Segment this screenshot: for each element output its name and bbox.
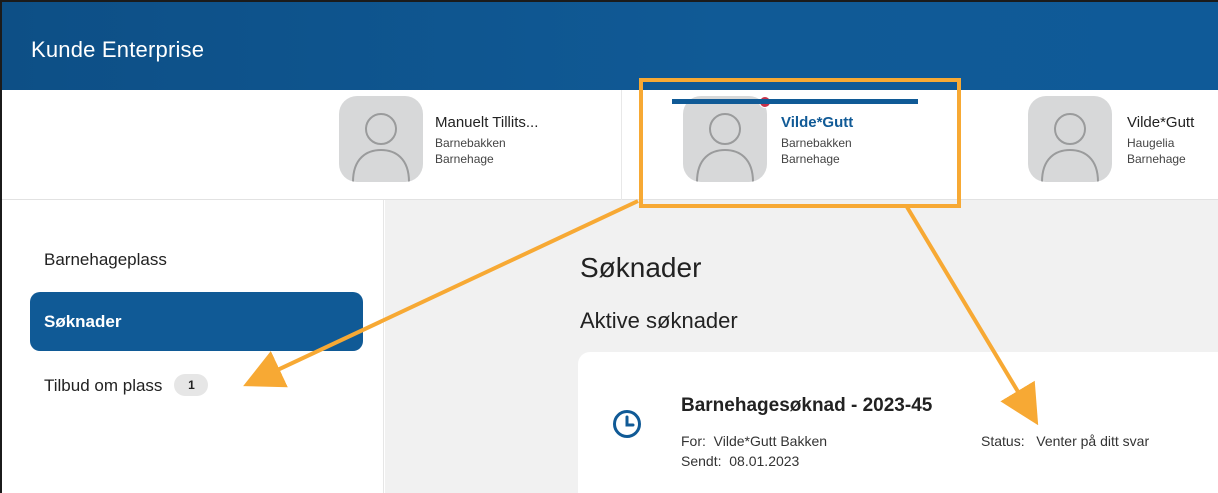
main-content: Søknader Aktive søknader Barnehagesøknad… (385, 200, 1218, 493)
application-card[interactable]: Barnehagesøknad - 2023-45 For: Vilde*Gut… (578, 352, 1218, 493)
sent-value: 08.01.2023 (729, 453, 800, 469)
for-value: Vilde*Gutt Bakken (713, 433, 828, 449)
application-status: Status: Venter på ditt svar (981, 433, 1149, 449)
profile-vilde-haugelia[interactable]: Vilde*Gutt Haugelia Barnehage (1028, 96, 1218, 186)
sidebar-item-soknader[interactable]: Søknader (30, 292, 363, 351)
status-value: Venter på ditt svar (1036, 433, 1150, 449)
clock-icon (613, 410, 641, 438)
person-icon (1041, 113, 1099, 182)
highlight-box (639, 78, 961, 208)
app-title: Kunde Enterprise (31, 37, 205, 62)
page-title: Søknader (580, 252, 702, 283)
status-label: Status: (981, 433, 1025, 449)
avatar (1028, 96, 1112, 182)
sidebar-item-tilbud-om-plass[interactable]: Tilbud om plass 1 (30, 356, 363, 415)
section-title: Aktive søknader (580, 308, 738, 333)
profile-switcher: Manuelt Tillits... Barnebakken Barnehage… (2, 90, 1218, 200)
application-title: Barnehagesøknad - 2023-45 (681, 395, 933, 416)
avatar (339, 96, 423, 182)
profile-manuelt[interactable]: Manuelt Tillits... Barnebakken Barnehage (339, 96, 599, 186)
count-badge: 1 (174, 374, 209, 396)
profile-name: Vilde*Gutt (1127, 114, 1195, 131)
top-bar: Kunde Enterprise (2, 2, 1218, 90)
sidebar: Barnehageplass Søknader Tilbud om plass 1 (2, 200, 384, 493)
application-sent: Sendt: 08.01.2023 (681, 453, 799, 469)
sidebar-item-label: Søknader (44, 312, 122, 331)
application-for: For: Vilde*Gutt Bakken (681, 433, 827, 449)
for-label: For: (681, 433, 706, 449)
profile-type: Barnehage (1127, 152, 1186, 166)
app-window: Kunde Enterprise Manuelt Tillits... Barn… (0, 0, 1218, 493)
sidebar-item-barnehageplass[interactable]: Barnehageplass (30, 230, 363, 289)
sidebar-item-label: Barnehageplass (44, 250, 167, 269)
sent-label: Sendt: (681, 453, 722, 469)
profile-kindergarten: Haugelia (1127, 136, 1175, 150)
sidebar-item-label: Tilbud om plass (44, 376, 163, 395)
profile-type: Barnehage (435, 152, 494, 166)
person-icon (352, 113, 410, 182)
profile-kindergarten: Barnebakken (435, 136, 506, 150)
profile-name: Manuelt Tillits... (435, 114, 539, 131)
profile-divider (621, 90, 622, 200)
